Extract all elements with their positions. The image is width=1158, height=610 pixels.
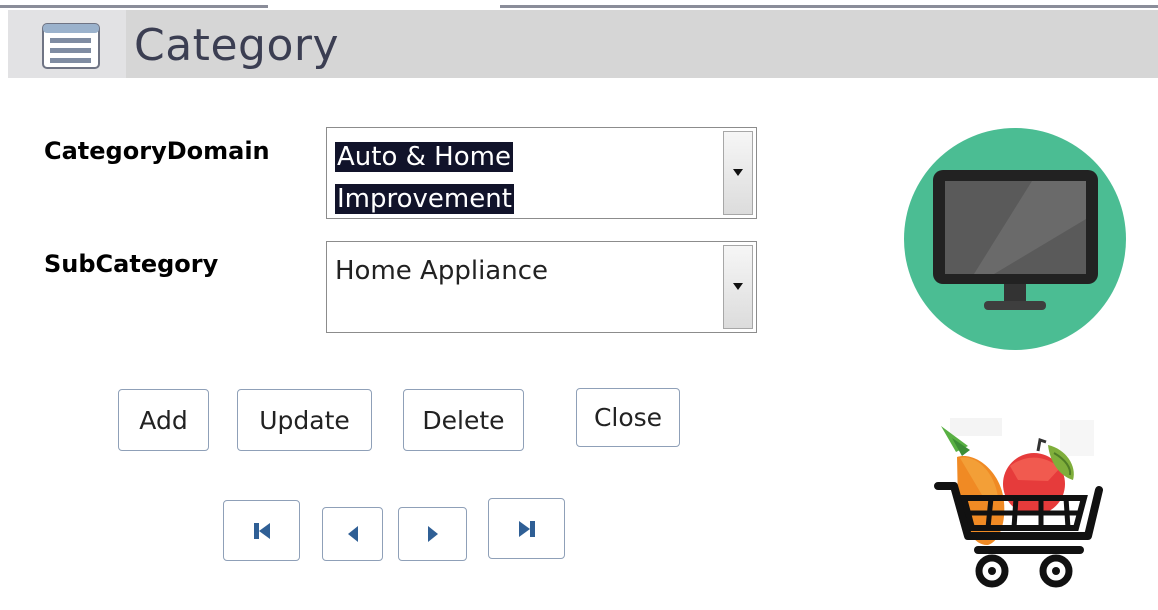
sub-category-combobox[interactable]: Home Appliance [326,241,757,333]
delete-button[interactable]: Delete [403,389,524,451]
first-record-icon [253,522,270,539]
sub-category-label: SubCategory [44,250,219,278]
header-divider-right [500,5,1158,8]
previous-record-icon [347,526,358,542]
first-record-button[interactable] [223,500,300,561]
category-domain-value: Auto & Home Improvement [335,136,715,220]
category-domain-label: CategoryDomain [44,137,270,165]
category-domain-value-line-1: Auto & Home [335,142,513,172]
update-button[interactable]: Update [237,389,372,451]
previous-record-button[interactable] [322,507,383,561]
next-record-button[interactable] [398,507,467,561]
chevron-down-icon [733,169,743,176]
shopping-cart-icon [930,418,1108,608]
sub-category-value: Home Appliance [335,256,548,286]
last-record-button[interactable] [488,498,565,559]
category-domain-value-line-2: Improvement [335,184,514,214]
close-button[interactable]: Close [576,388,680,447]
chevron-down-icon [733,283,743,290]
sub-category-dropdown-button[interactable] [723,245,753,329]
page-title: Category [134,20,339,71]
header-divider-left [0,5,268,8]
category-domain-combobox[interactable]: Auto & Home Improvement [326,127,757,219]
next-record-icon [427,526,438,542]
add-button[interactable]: Add [118,389,209,451]
category-domain-dropdown-button[interactable] [723,131,753,215]
monitor-icon [904,128,1126,350]
last-record-icon [518,520,535,537]
form-icon [42,23,100,69]
